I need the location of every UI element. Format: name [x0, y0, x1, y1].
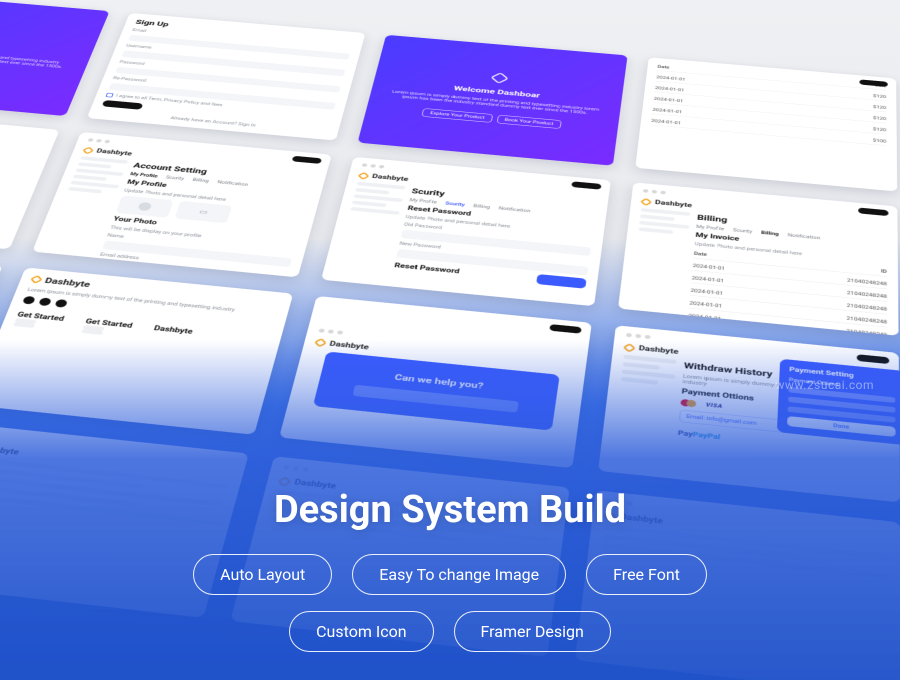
feature-chips: Auto Layout Easy To change Image Free Fo…	[130, 554, 770, 652]
tab-security[interactable]: Scurity	[445, 201, 465, 207]
avatar-upload[interactable]	[116, 195, 174, 217]
welcome-blurb: Lorem ipsum is simply dummy text of the …	[0, 43, 78, 70]
welcome-card-left: Dashboar Lorem ipsum is simply dummy tex…	[0, 0, 110, 116]
security-card: Dashbyte Scurity My Profile Scurity Bill…	[321, 157, 611, 306]
watermark: www.2sucai.com	[775, 378, 874, 392]
book-button[interactable]: Book Your Product	[496, 115, 561, 129]
tab-billing[interactable]: Billing	[192, 177, 210, 183]
window-pill	[292, 156, 322, 164]
logo-icon	[640, 198, 652, 206]
window-pill	[858, 208, 888, 217]
welcome-card: Welcome Dashboar Lorem ipsum is simply d…	[358, 35, 628, 166]
image-icon: ▭	[198, 208, 208, 215]
hero: Design System Build Auto Layout Easy To …	[0, 488, 900, 652]
logo-icon	[30, 275, 43, 284]
chip-auto-layout[interactable]: Auto Layout	[193, 554, 332, 595]
hero-title: Design System Build	[274, 488, 626, 532]
facebook-icon[interactable]	[22, 296, 36, 305]
logo-icon	[82, 146, 94, 154]
diamond-logo-icon	[490, 72, 509, 83]
signup-button[interactable]	[102, 100, 144, 110]
promo-canvas: Dashboar Lorem ipsum is simply dummy tex…	[0, 0, 900, 680]
window-pill	[549, 324, 582, 334]
checkbox-icon[interactable]	[106, 93, 114, 98]
tab-profile[interactable]: My Profile	[409, 198, 437, 205]
chip-free-font[interactable]: Free Font	[586, 554, 707, 595]
explore-button[interactable]: Explore Your Product	[422, 108, 493, 123]
main-panel: Account Setting My Profile Scurity Billi…	[99, 161, 315, 275]
reset-bottom: Reset Password	[394, 262, 460, 275]
tab-security[interactable]: Scurity	[165, 175, 185, 181]
chip-framer[interactable]: Framer Design	[454, 611, 611, 652]
sales-table-card: Date Sale 2024-01-01$120 2024-01-01$120 …	[635, 57, 897, 191]
update-button[interactable]	[536, 274, 587, 289]
tab-notification[interactable]: Notification	[217, 180, 249, 187]
logo-icon	[358, 172, 370, 180]
instagram-icon[interactable]	[38, 297, 52, 306]
chip-easy-image[interactable]: Easy To change Image	[352, 554, 566, 595]
image-upload[interactable]: ▭	[175, 201, 233, 223]
chip-custom-icon[interactable]: Custom Icon	[289, 611, 433, 652]
linkedin-icon[interactable]	[54, 299, 68, 308]
col-date: Date	[657, 65, 669, 70]
account-card: Dashbyte Account Setting My Profile Scur…	[32, 132, 332, 278]
welcome-button-row: Explore Your Product Book Your Product	[422, 108, 562, 129]
billing-card: Dashbyte Billing My Profile Scurity Bill…	[618, 182, 899, 335]
tab-billing[interactable]: Billing	[473, 204, 490, 210]
avatar-icon	[137, 202, 152, 211]
signup-card: Sign Up Email Username Password Re-Passw…	[87, 13, 366, 141]
tab-notification[interactable]: Notification	[498, 206, 531, 214]
tab-profile[interactable]: My Profile	[130, 172, 159, 179]
window-pill	[571, 181, 601, 189]
